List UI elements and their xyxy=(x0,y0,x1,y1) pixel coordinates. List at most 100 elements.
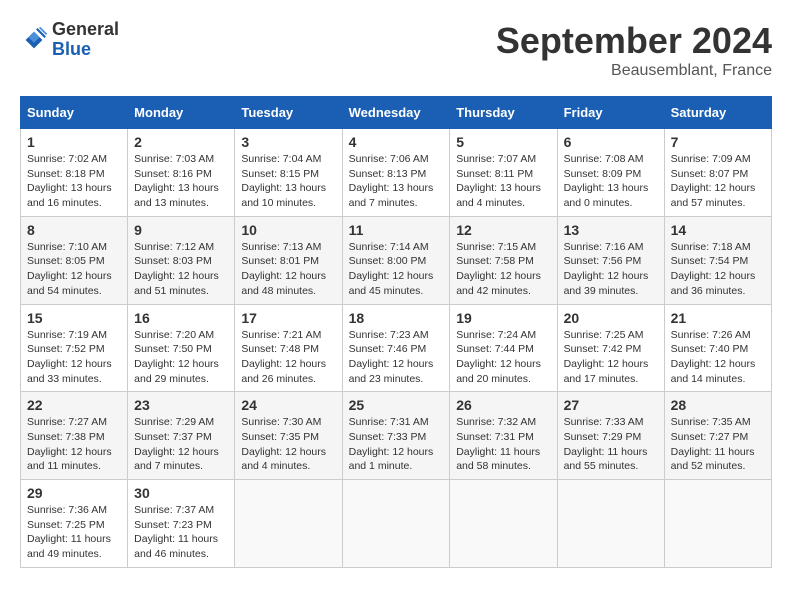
table-row: 6 Sunrise: 7:08 AMSunset: 8:09 PMDayligh… xyxy=(557,129,664,217)
table-row: 1 Sunrise: 7:02 AMSunset: 8:18 PMDayligh… xyxy=(21,129,128,217)
table-row: 16 Sunrise: 7:20 AMSunset: 7:50 PMDaylig… xyxy=(128,304,235,392)
day-number: 8 xyxy=(27,222,121,238)
day-number: 3 xyxy=(241,134,335,150)
day-info: Sunrise: 7:23 AMSunset: 7:46 PMDaylight:… xyxy=(349,329,434,385)
page-header: General Blue September 2024 Beausemblant… xyxy=(20,20,772,80)
day-number: 17 xyxy=(241,310,335,326)
logo-icon xyxy=(20,26,48,54)
table-row: 27 Sunrise: 7:33 AMSunset: 7:29 PMDaylig… xyxy=(557,392,664,480)
day-info: Sunrise: 7:09 AMSunset: 8:07 PMDaylight:… xyxy=(671,153,756,209)
day-info: Sunrise: 7:18 AMSunset: 7:54 PMDaylight:… xyxy=(671,241,756,297)
col-wednesday: Wednesday xyxy=(342,97,450,129)
col-saturday: Saturday xyxy=(664,97,771,129)
calendar-table: Sunday Monday Tuesday Wednesday Thursday… xyxy=(20,96,772,568)
day-info: Sunrise: 7:08 AMSunset: 8:09 PMDaylight:… xyxy=(564,153,649,209)
table-row: 22 Sunrise: 7:27 AMSunset: 7:38 PMDaylig… xyxy=(21,392,128,480)
location-subtitle: Beausemblant, France xyxy=(496,62,772,80)
day-number: 26 xyxy=(456,397,550,413)
calendar-week-row: 15 Sunrise: 7:19 AMSunset: 7:52 PMDaylig… xyxy=(21,304,772,392)
day-info: Sunrise: 7:16 AMSunset: 7:56 PMDaylight:… xyxy=(564,241,649,297)
day-number: 27 xyxy=(564,397,658,413)
day-number: 23 xyxy=(134,397,228,413)
table-row: 20 Sunrise: 7:25 AMSunset: 7:42 PMDaylig… xyxy=(557,304,664,392)
table-row: 24 Sunrise: 7:30 AMSunset: 7:35 PMDaylig… xyxy=(235,392,342,480)
table-row: 15 Sunrise: 7:19 AMSunset: 7:52 PMDaylig… xyxy=(21,304,128,392)
day-info: Sunrise: 7:15 AMSunset: 7:58 PMDaylight:… xyxy=(456,241,541,297)
day-number: 18 xyxy=(349,310,444,326)
day-number: 12 xyxy=(456,222,550,238)
day-number: 24 xyxy=(241,397,335,413)
table-row: 10 Sunrise: 7:13 AMSunset: 8:01 PMDaylig… xyxy=(235,216,342,304)
calendar-week-row: 29 Sunrise: 7:36 AMSunset: 7:25 PMDaylig… xyxy=(21,480,772,568)
table-row: 5 Sunrise: 7:07 AMSunset: 8:11 PMDayligh… xyxy=(450,129,557,217)
calendar-week-row: 22 Sunrise: 7:27 AMSunset: 7:38 PMDaylig… xyxy=(21,392,772,480)
day-info: Sunrise: 7:02 AMSunset: 8:18 PMDaylight:… xyxy=(27,153,112,209)
day-info: Sunrise: 7:07 AMSunset: 8:11 PMDaylight:… xyxy=(456,153,541,209)
day-info: Sunrise: 7:19 AMSunset: 7:52 PMDaylight:… xyxy=(27,329,112,385)
table-row: 18 Sunrise: 7:23 AMSunset: 7:46 PMDaylig… xyxy=(342,304,450,392)
table-row: 30 Sunrise: 7:37 AMSunset: 7:23 PMDaylig… xyxy=(128,480,235,568)
day-number: 4 xyxy=(349,134,444,150)
table-row: 29 Sunrise: 7:36 AMSunset: 7:25 PMDaylig… xyxy=(21,480,128,568)
day-info: Sunrise: 7:03 AMSunset: 8:16 PMDaylight:… xyxy=(134,153,219,209)
table-row xyxy=(664,480,771,568)
table-row: 2 Sunrise: 7:03 AMSunset: 8:16 PMDayligh… xyxy=(128,129,235,217)
day-number: 2 xyxy=(134,134,228,150)
day-number: 5 xyxy=(456,134,550,150)
day-info: Sunrise: 7:33 AMSunset: 7:29 PMDaylight:… xyxy=(564,416,648,472)
table-row: 21 Sunrise: 7:26 AMSunset: 7:40 PMDaylig… xyxy=(664,304,771,392)
col-tuesday: Tuesday xyxy=(235,97,342,129)
table-row: 14 Sunrise: 7:18 AMSunset: 7:54 PMDaylig… xyxy=(664,216,771,304)
day-info: Sunrise: 7:24 AMSunset: 7:44 PMDaylight:… xyxy=(456,329,541,385)
table-row: 17 Sunrise: 7:21 AMSunset: 7:48 PMDaylig… xyxy=(235,304,342,392)
day-number: 10 xyxy=(241,222,335,238)
month-title: September 2024 xyxy=(496,20,772,62)
logo-blue: Blue xyxy=(52,39,91,59)
table-row: 3 Sunrise: 7:04 AMSunset: 8:15 PMDayligh… xyxy=(235,129,342,217)
day-info: Sunrise: 7:21 AMSunset: 7:48 PMDaylight:… xyxy=(241,329,326,385)
table-row xyxy=(450,480,557,568)
calendar-week-row: 8 Sunrise: 7:10 AMSunset: 8:05 PMDayligh… xyxy=(21,216,772,304)
day-info: Sunrise: 7:13 AMSunset: 8:01 PMDaylight:… xyxy=(241,241,326,297)
day-info: Sunrise: 7:27 AMSunset: 7:38 PMDaylight:… xyxy=(27,416,112,472)
table-row: 8 Sunrise: 7:10 AMSunset: 8:05 PMDayligh… xyxy=(21,216,128,304)
col-monday: Monday xyxy=(128,97,235,129)
day-number: 1 xyxy=(27,134,121,150)
logo-text: General Blue xyxy=(52,20,119,60)
table-row: 26 Sunrise: 7:32 AMSunset: 7:31 PMDaylig… xyxy=(450,392,557,480)
table-row: 12 Sunrise: 7:15 AMSunset: 7:58 PMDaylig… xyxy=(450,216,557,304)
calendar-header-row: Sunday Monday Tuesday Wednesday Thursday… xyxy=(21,97,772,129)
day-info: Sunrise: 7:26 AMSunset: 7:40 PMDaylight:… xyxy=(671,329,756,385)
table-row: 23 Sunrise: 7:29 AMSunset: 7:37 PMDaylig… xyxy=(128,392,235,480)
day-info: Sunrise: 7:10 AMSunset: 8:05 PMDaylight:… xyxy=(27,241,112,297)
day-info: Sunrise: 7:30 AMSunset: 7:35 PMDaylight:… xyxy=(241,416,326,472)
calendar-week-row: 1 Sunrise: 7:02 AMSunset: 8:18 PMDayligh… xyxy=(21,129,772,217)
day-info: Sunrise: 7:29 AMSunset: 7:37 PMDaylight:… xyxy=(134,416,219,472)
day-number: 9 xyxy=(134,222,228,238)
day-number: 30 xyxy=(134,485,228,501)
table-row: 4 Sunrise: 7:06 AMSunset: 8:13 PMDayligh… xyxy=(342,129,450,217)
day-info: Sunrise: 7:04 AMSunset: 8:15 PMDaylight:… xyxy=(241,153,326,209)
day-number: 29 xyxy=(27,485,121,501)
day-number: 11 xyxy=(349,222,444,238)
day-info: Sunrise: 7:20 AMSunset: 7:50 PMDaylight:… xyxy=(134,329,219,385)
table-row: 13 Sunrise: 7:16 AMSunset: 7:56 PMDaylig… xyxy=(557,216,664,304)
logo-general: General xyxy=(52,19,119,39)
table-row: 9 Sunrise: 7:12 AMSunset: 8:03 PMDayligh… xyxy=(128,216,235,304)
day-number: 13 xyxy=(564,222,658,238)
day-number: 22 xyxy=(27,397,121,413)
day-number: 19 xyxy=(456,310,550,326)
col-sunday: Sunday xyxy=(21,97,128,129)
day-info: Sunrise: 7:35 AMSunset: 7:27 PMDaylight:… xyxy=(671,416,755,472)
day-number: 28 xyxy=(671,397,765,413)
logo: General Blue xyxy=(20,20,119,60)
table-row: 7 Sunrise: 7:09 AMSunset: 8:07 PMDayligh… xyxy=(664,129,771,217)
day-number: 21 xyxy=(671,310,765,326)
day-info: Sunrise: 7:06 AMSunset: 8:13 PMDaylight:… xyxy=(349,153,434,209)
table-row: 25 Sunrise: 7:31 AMSunset: 7:33 PMDaylig… xyxy=(342,392,450,480)
day-number: 7 xyxy=(671,134,765,150)
day-info: Sunrise: 7:12 AMSunset: 8:03 PMDaylight:… xyxy=(134,241,219,297)
day-info: Sunrise: 7:32 AMSunset: 7:31 PMDaylight:… xyxy=(456,416,540,472)
day-number: 6 xyxy=(564,134,658,150)
day-info: Sunrise: 7:36 AMSunset: 7:25 PMDaylight:… xyxy=(27,504,111,560)
